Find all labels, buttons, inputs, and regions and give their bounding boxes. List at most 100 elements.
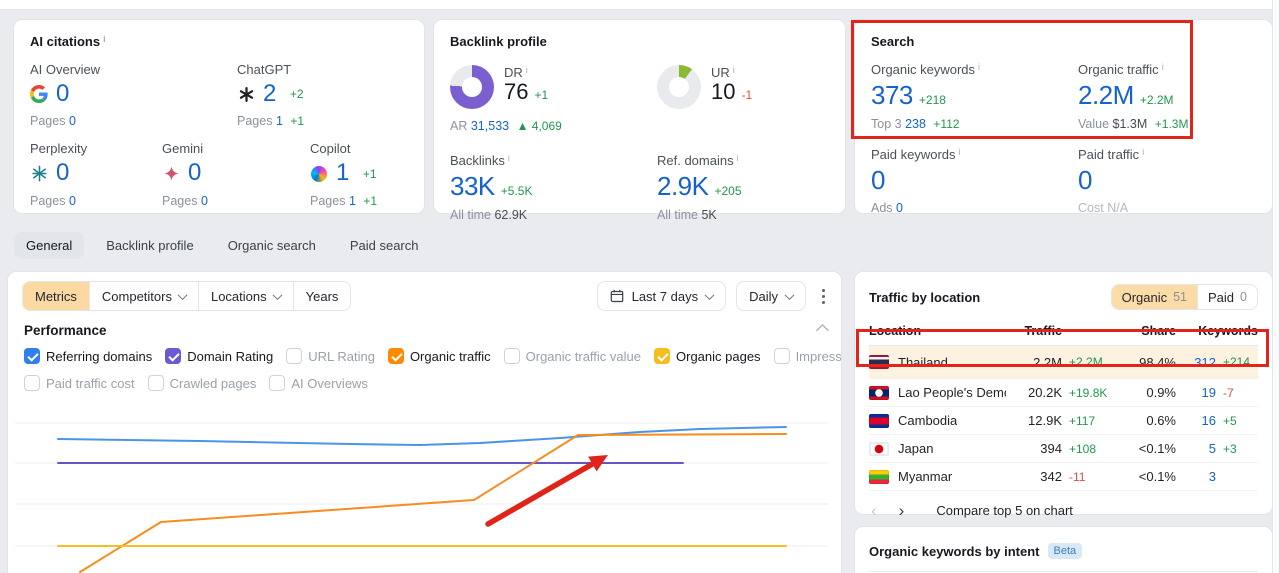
ur-value: 10 [711, 79, 736, 104]
keywords-value[interactable]: 19 [1176, 385, 1216, 400]
metric-referring-domains[interactable]: Referring domains [24, 348, 152, 364]
segment-competitors[interactable]: Competitors [88, 282, 198, 310]
info-icon[interactable] [1142, 147, 1144, 157]
metric-paid-traffic-cost[interactable]: Paid traffic cost [24, 375, 135, 391]
info-icon[interactable] [978, 62, 980, 72]
traffic-change: +117 [1069, 413, 1096, 428]
date-range-label: Last 7 days [631, 288, 699, 304]
keywords-value[interactable]: 16 [1176, 413, 1216, 428]
tab-paid-search[interactable]: Paid search [338, 232, 431, 259]
pages-value[interactable]: 0 [69, 114, 76, 128]
checkbox-unchecked-icon[interactable] [503, 348, 520, 364]
traffic-value-change: +1.3M [1154, 116, 1189, 131]
ai-item-ai-overview: AI Overview 0 Pages 0 [30, 62, 237, 128]
paid-traffic-value[interactable]: 0 [1078, 165, 1092, 195]
page-previous-icon[interactable]: ‹ [871, 502, 877, 519]
info-icon[interactable] [508, 153, 510, 163]
paid-traffic-label: Paid traffic [1078, 146, 1140, 162]
top3-value[interactable]: 238 [905, 117, 926, 131]
checkbox-checked-icon[interactable] [387, 348, 404, 364]
ai-item-pages: Pages 1 +1 [310, 193, 378, 208]
checkbox-checked-icon[interactable] [24, 348, 40, 364]
collapse-chevron-up-icon[interactable] [816, 324, 829, 337]
info-icon[interactable] [959, 147, 961, 157]
metric-crawled-pages[interactable]: Crawled pages [147, 375, 256, 391]
info-icon[interactable] [737, 153, 739, 163]
tab-general[interactable]: General [14, 232, 85, 259]
backlinks-change: +5.5K [500, 184, 533, 198]
tab-backlink-profile[interactable]: Backlink profile [94, 232, 205, 259]
cambodia-flag-icon [869, 413, 889, 428]
ar-value[interactable]: 31,533 [471, 119, 509, 133]
ads-value[interactable]: 0 [896, 201, 903, 215]
series-line-referring-domains[interactable] [57, 426, 787, 446]
organic-traffic-value[interactable]: 2.2M [1078, 80, 1134, 110]
table-row-cambodia[interactable]: Cambodia 12.9K +117 0.6% 16 +5 [869, 407, 1258, 435]
metric-ai-overviews[interactable]: AI Overviews [269, 375, 368, 391]
metric-impressions[interactable]: Impressions [773, 348, 841, 364]
date-range-button[interactable]: Last 7 days [596, 281, 727, 311]
pages-value[interactable]: 0 [69, 194, 76, 208]
tab-organic-search[interactable]: Organic search [216, 232, 328, 259]
pages-value[interactable]: 1 [276, 114, 283, 128]
info-icon[interactable] [733, 65, 735, 75]
keywords-value[interactable]: 3 [1176, 469, 1216, 484]
header-bottom-strip [0, 0, 1279, 10]
metric-organic-pages[interactable]: Organic pages [654, 348, 761, 364]
column-location: Location [869, 324, 922, 338]
ai-item-value[interactable]: 2 [263, 80, 276, 107]
table-row-japan[interactable]: Japan 394 +108 <0.1% 5 +3 [869, 435, 1258, 463]
ai-item-pages: Pages 0 [162, 193, 208, 208]
info-icon[interactable] [1162, 62, 1164, 72]
checkbox-unchecked-icon[interactable] [147, 375, 164, 391]
performance-chart[interactable] [8, 398, 841, 573]
info-icon[interactable] [103, 34, 106, 44]
compare-top5-link[interactable]: Compare top 5 on chart [936, 503, 1073, 518]
metric-domain-rating[interactable]: Domain Rating [165, 348, 273, 364]
metric-organic-traffic[interactable]: Organic traffic [387, 348, 491, 364]
table-row-lao-people-s-democratic-reput[interactable]: Lao People's Democratic Reput 20.2K +19.8K… [869, 379, 1258, 407]
checkbox-unchecked-icon[interactable] [286, 348, 303, 364]
ai-item-value[interactable]: 0 [56, 159, 69, 186]
ai-item-value[interactable]: 1 [336, 159, 349, 186]
granularity-button[interactable]: Daily [736, 281, 806, 311]
paid-keywords-value[interactable]: 0 [871, 165, 885, 195]
toggle-paid[interactable]: Paid 0 [1197, 285, 1257, 309]
ai-item-value[interactable]: 0 [56, 80, 69, 107]
checkbox-unchecked-icon[interactable] [24, 375, 40, 391]
ai-item-name: AI Overview [30, 62, 101, 77]
keywords-value[interactable]: 5 [1176, 441, 1216, 456]
cost-label: Cost [1078, 201, 1104, 216]
checkbox-unchecked-icon[interactable] [269, 375, 286, 391]
toggle-organic[interactable]: Organic 51 [1111, 285, 1198, 309]
series-line-organic-traffic[interactable] [79, 433, 787, 573]
ref-domains-value[interactable]: 2.9K [657, 171, 709, 201]
column-share: Share [1141, 324, 1176, 338]
more-options-kebab-icon[interactable] [816, 285, 831, 308]
backlinks-value[interactable]: 33K [450, 171, 495, 201]
ai-item-value[interactable]: 0 [188, 159, 201, 186]
pages-value[interactable]: 1 [349, 194, 356, 208]
checkbox-checked-icon[interactable] [654, 348, 670, 364]
checkbox-unchecked-icon[interactable] [773, 348, 790, 364]
ref-domains-label: Ref. domains [657, 153, 734, 168]
ai-item-chatgpt: ChatGPT 2 +2 Pages 1 +1 [237, 62, 304, 128]
segment-years[interactable]: Years [292, 282, 351, 310]
table-row-thailand[interactable]: Thailand 2.2M +2.2M 98.4% 312 +214 [869, 346, 1258, 379]
checkbox-checked-icon[interactable] [165, 348, 182, 364]
metric-url-rating[interactable]: URL Rating [286, 348, 375, 364]
page-next-icon[interactable]: › [899, 502, 905, 519]
pages-change: +1 [363, 193, 378, 208]
segment-locations[interactable]: Locations [197, 282, 293, 310]
metric-organic-traffic-value[interactable]: Organic traffic value [503, 348, 641, 364]
organic-keywords-value[interactable]: 373 [871, 80, 913, 110]
keywords-change: +3 [1223, 441, 1237, 456]
info-icon[interactable] [526, 65, 528, 75]
location-name: Japan [898, 441, 934, 456]
segment-metrics[interactable]: Metrics [23, 282, 89, 310]
table-row-myanmar[interactable]: Myanmar 342 -11 <0.1% 3 [869, 463, 1258, 491]
pages-value[interactable]: 0 [201, 194, 208, 208]
keywords-value[interactable]: 312 [1176, 355, 1216, 370]
scrollbar[interactable] [1272, 0, 1279, 573]
thailand-flag-icon [869, 355, 889, 369]
